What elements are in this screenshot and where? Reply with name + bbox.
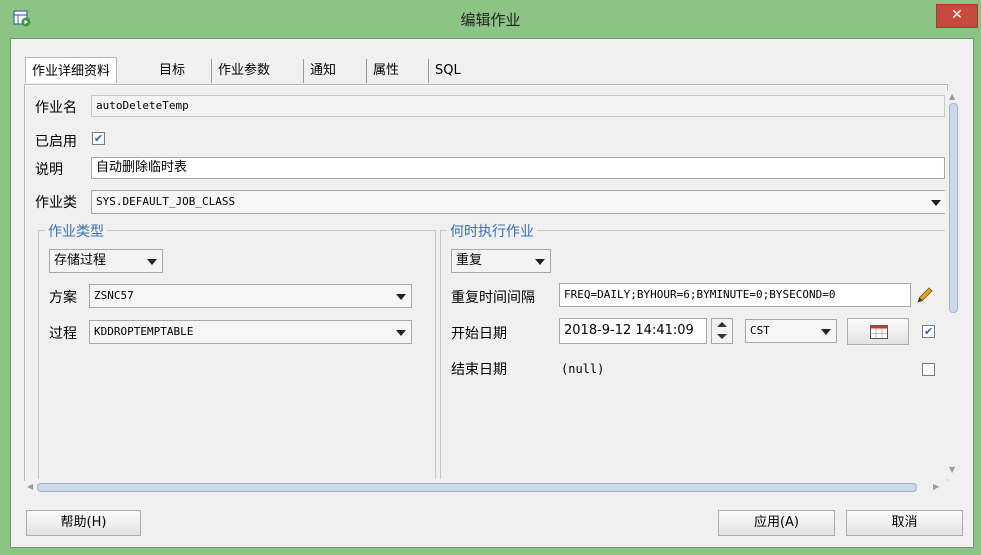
end-date-value: (null) (561, 362, 605, 376)
schedule-mode-value: 重复 (456, 253, 483, 268)
interval-label: 重复时间间隔 (451, 290, 535, 306)
job-class-value: SYS.DEFAULT_JOB_CLASS (96, 195, 236, 208)
schedule-group: 何时执行作业 重复 重复时间间隔 FREQ=DAILY;BYHOUR=6;BYM… (440, 221, 948, 481)
procedure-select[interactable]: KDDROPTEMPTABLE (89, 320, 412, 344)
chevron-up-icon[interactable] (717, 322, 727, 327)
tab-sql[interactable]: SQL (428, 59, 467, 83)
job-class-select[interactable]: SYS.DEFAULT_JOB_CLASS (91, 190, 947, 214)
timezone-value: CST (750, 324, 770, 337)
procedure-label: 过程 (49, 326, 77, 342)
edit-pencil-icon[interactable] (915, 285, 935, 305)
chevron-down-icon (931, 200, 941, 206)
chevron-down-icon (147, 259, 157, 265)
job-name-field[interactable]: autoDeleteTemp (91, 95, 945, 117)
schema-value: ZSNC57 (94, 289, 134, 302)
help-button[interactable]: 帮助(H) (26, 510, 141, 536)
dialog-body: 作业详细资料 目标 作业参数 通知 属性 SQL 作业名 autoDeleteT… (10, 38, 974, 548)
cancel-button[interactable]: 取消 (846, 510, 963, 536)
scroll-down-icon[interactable]: ▼ (949, 465, 955, 474)
tab-job-details[interactable]: 作业详细资料 (25, 57, 118, 83)
start-date-label: 开始日期 (451, 326, 507, 342)
scroll-left-icon[interactable]: ◀ (27, 482, 33, 491)
job-type-group: 作业类型 存储过程 方案 ZSNC57 过程 KDDROPTEMPTABLE (38, 221, 436, 481)
calendar-icon (870, 325, 888, 339)
procedure-value: KDDROPTEMPTABLE (94, 325, 194, 338)
tab-job-arguments[interactable]: 作业参数 (211, 59, 276, 83)
schedule-mode-select[interactable]: 重复 (451, 249, 551, 273)
title-bar[interactable]: 编辑作业 ✕ (0, 0, 981, 38)
job-type-group-title: 作业类型 (45, 221, 107, 241)
tab-panel-job-details: 作业名 autoDeleteTemp 已启用 ✔ 说明 自动删除临时表 作业类 … (24, 84, 948, 481)
vertical-scroll-thumb[interactable] (949, 103, 958, 313)
details-form: 作业名 autoDeleteTemp 已启用 ✔ 说明 自动删除临时表 作业类 … (26, 86, 948, 481)
end-date-checkbox[interactable] (922, 363, 935, 376)
tab-notification[interactable]: 通知 (303, 59, 342, 83)
chevron-down-icon (821, 329, 831, 335)
scroll-up-icon[interactable]: ▲ (949, 92, 955, 101)
horizontal-scroll-thumb[interactable] (37, 483, 917, 492)
schedule-group-title: 何时执行作业 (447, 221, 537, 241)
start-date-spinner[interactable] (711, 318, 733, 344)
tab-properties[interactable]: 属性 (366, 59, 405, 83)
description-field[interactable]: 自动删除临时表 (91, 157, 945, 179)
tab-destinations[interactable]: 目标 (153, 59, 191, 83)
interval-field[interactable]: FREQ=DAILY;BYHOUR=6;BYMINUTE=0;BYSECOND=… (559, 283, 911, 307)
timezone-select[interactable]: CST (745, 319, 837, 343)
apply-button[interactable]: 应用(A) (718, 510, 835, 536)
schema-select[interactable]: ZSNC57 (89, 284, 412, 308)
chevron-down-icon (396, 294, 406, 300)
start-date-checkbox[interactable]: ✔ (922, 325, 935, 338)
description-label: 说明 (35, 162, 63, 178)
enabled-checkbox[interactable]: ✔ (92, 132, 105, 145)
schema-label: 方案 (49, 290, 77, 306)
job-type-value: 存储过程 (54, 253, 107, 268)
chevron-down-icon (535, 259, 545, 265)
window-title: 编辑作业 (460, 11, 521, 29)
scroll-right-icon[interactable]: ▶ (933, 482, 939, 491)
vertical-scrollbar[interactable]: ▲ ▼ (945, 91, 962, 479)
job-class-label: 作业类 (35, 195, 77, 211)
job-name-label: 作业名 (35, 100, 77, 116)
calendar-button[interactable] (847, 318, 909, 345)
horizontal-scrollbar[interactable]: ◀ ▶ (25, 479, 947, 495)
start-date-field[interactable]: 2018-9-12 14:41:09 (559, 318, 707, 344)
chevron-down-icon (396, 330, 406, 336)
chevron-down-icon[interactable] (717, 334, 727, 339)
end-date-label: 结束日期 (451, 362, 507, 378)
edit-job-dialog: 编辑作业 ✕ 作业详细资料 目标 作业参数 通知 属性 SQL 作业名 auto… (0, 0, 981, 555)
close-button[interactable]: ✕ (936, 4, 978, 28)
enabled-label: 已启用 (35, 134, 77, 150)
job-type-select[interactable]: 存储过程 (49, 249, 163, 273)
